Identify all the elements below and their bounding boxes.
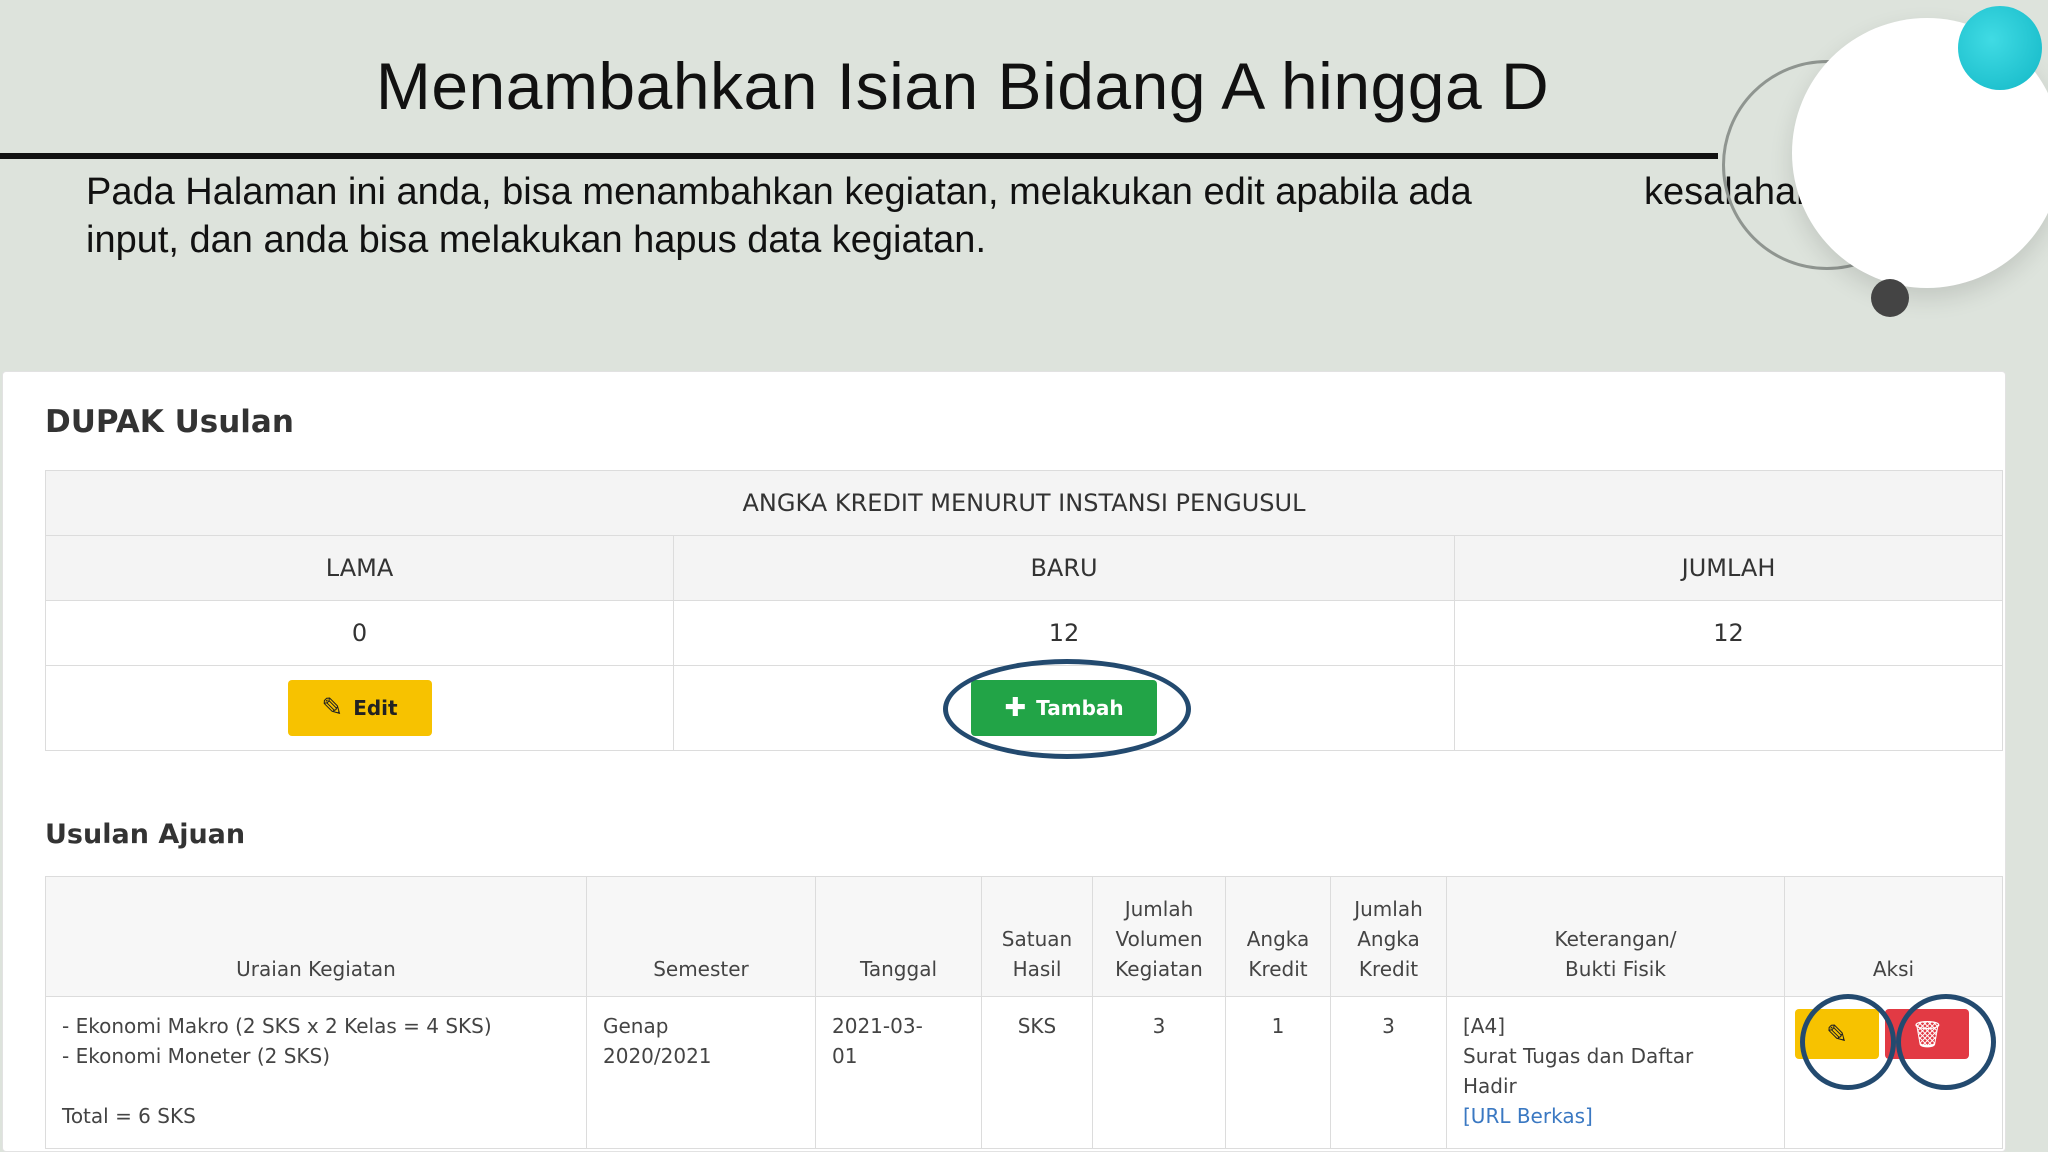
add-cell: ✚ Tambah xyxy=(673,665,1455,751)
col-angka-line-2: Kredit xyxy=(1248,957,1308,981)
edit-cell: ✎ Edit xyxy=(45,665,674,751)
edit-button[interactable]: ✎ Edit xyxy=(287,680,432,736)
uraian-line-2: - Ekonomi Moneter (2 SKS) xyxy=(62,1044,331,1068)
usulan-ajuan-table: Uraian Kegiatan Semester Tanggal Satuan … xyxy=(45,876,2003,1149)
angka-kredit-header: ANGKA KREDIT MENURUT INSTANSI PENGUSUL xyxy=(45,470,2003,536)
col-ket-line-2: Bukti Fisik xyxy=(1565,957,1666,981)
angka-kredit-table: ANGKA KREDIT MENURUT INSTANSI PENGUSUL L… xyxy=(45,470,2003,751)
description-line-2: input, dan anda bisa melakukan hapus dat… xyxy=(86,219,986,261)
tambah-button-label: Tambah xyxy=(1036,696,1124,720)
cell-angka-kredit: 1 xyxy=(1225,996,1331,1149)
table-row: - Ekonomi Makro (2 SKS x 2 Kelas = 4 SKS… xyxy=(45,996,2003,1149)
cell-volume: 3 xyxy=(1092,996,1226,1149)
col-semester: Semester xyxy=(586,876,816,997)
cell-uraian: - Ekonomi Makro (2 SKS x 2 Kelas = 4 SKS… xyxy=(45,996,587,1149)
trash-icon: 🗑 xyxy=(1910,1018,1944,1049)
slide-title: Menambahkan Isian Bidang A hingga D xyxy=(375,49,1550,123)
cell-tanggal: 2021-03- 01 xyxy=(815,996,982,1149)
keterangan-line-2: Hadir xyxy=(1463,1074,1517,1098)
col-jumlah-line-1: Jumlah xyxy=(1354,897,1423,921)
col-jumlah: JUMLAH xyxy=(1454,535,2003,601)
cell-satuan: SKS xyxy=(981,996,1093,1149)
usulan-ajuan-title: Usulan Ajuan xyxy=(45,819,246,850)
col-lama: LAMA xyxy=(45,535,674,601)
uraian-total: Total = 6 SKS xyxy=(62,1104,196,1128)
dupak-title: DUPAK Usulan xyxy=(45,404,294,440)
uraian-line-1: - Ekonomi Makro (2 SKS x 2 Kelas = 4 SKS… xyxy=(62,1014,492,1038)
col-uraian: Uraian Kegiatan xyxy=(45,876,587,997)
keterangan-line-1: Surat Tugas dan Daftar xyxy=(1463,1044,1694,1068)
col-jumlah-line-3: Kredit xyxy=(1358,957,1419,981)
tanggal-line-2: 01 xyxy=(832,1044,858,1068)
col-satuan-line-1: Satuan xyxy=(1001,927,1073,951)
col-satuan: Satuan Hasil xyxy=(981,876,1093,997)
col-volume: Jumlah Volumen Kegiatan xyxy=(1092,876,1226,997)
slide-description: Pada Halaman ini anda, bisa menambahkan … xyxy=(86,168,1846,264)
value-lama: 0 xyxy=(45,600,674,666)
col-angka-kredit: Angka Kredit xyxy=(1225,876,1331,997)
col-jumlah-angka-kredit: Jumlah Angka Kredit xyxy=(1330,876,1447,997)
col-volume-line-2: Volumen xyxy=(1115,927,1203,951)
semester-line-2: 2020/2021 xyxy=(603,1044,712,1068)
col-keterangan: Keterangan/ Bukti Fisik xyxy=(1446,876,1785,997)
keterangan-code: [A4] xyxy=(1463,1014,1506,1038)
edit-button-label: Edit xyxy=(353,696,398,720)
tambah-button[interactable]: ✚ Tambah xyxy=(971,680,1157,736)
value-baru: 12 xyxy=(673,600,1455,666)
tanggal-line-1: 2021-03- xyxy=(832,1014,923,1038)
plus-icon: ✚ xyxy=(1004,693,1027,723)
url-berkas-link[interactable]: [URL Berkas] xyxy=(1463,1104,1593,1128)
cell-aksi: ✎ 🗑 xyxy=(1784,996,2003,1149)
dupak-screenshot-panel: DUPAK Usulan ANGKA KREDIT MENURUT INSTAN… xyxy=(2,371,2006,1152)
decorative-cyan-circle xyxy=(1958,6,2042,90)
value-jumlah: 12 xyxy=(1454,600,2003,666)
cell-semester: Genap 2020/2021 xyxy=(586,996,816,1149)
edit-icon: ✎ xyxy=(321,693,344,723)
semester-line-1: Genap xyxy=(603,1014,669,1038)
edit-icon: ✎ xyxy=(1826,1018,1848,1049)
col-tanggal: Tanggal xyxy=(815,876,982,997)
cell-jumlah-angka-kredit: 3 xyxy=(1330,996,1447,1149)
col-jumlah-line-2: Angka xyxy=(1357,927,1420,951)
col-aksi: Aksi xyxy=(1784,876,2003,997)
decorative-dark-dot xyxy=(1871,279,1909,317)
col-volume-line-1: Jumlah xyxy=(1124,897,1194,921)
cell-keterangan: [A4] Surat Tugas dan Daftar Hadir [URL B… xyxy=(1446,996,1785,1149)
empty-cell xyxy=(1454,665,2003,751)
col-volume-line-3: Kegiatan xyxy=(1115,957,1203,981)
col-satuan-line-2: Hasil xyxy=(1012,957,1062,981)
col-angka-line-1: Angka xyxy=(1246,927,1310,951)
row-delete-button[interactable]: 🗑 xyxy=(1885,1009,1970,1059)
col-baru: BARU xyxy=(673,535,1455,601)
description-line-1: Pada Halaman ini anda, bisa menambahkan … xyxy=(86,171,1472,213)
col-ket-line-1: Keterangan/ xyxy=(1554,927,1677,951)
title-divider xyxy=(0,153,1718,159)
row-edit-button[interactable]: ✎ xyxy=(1795,1009,1879,1059)
